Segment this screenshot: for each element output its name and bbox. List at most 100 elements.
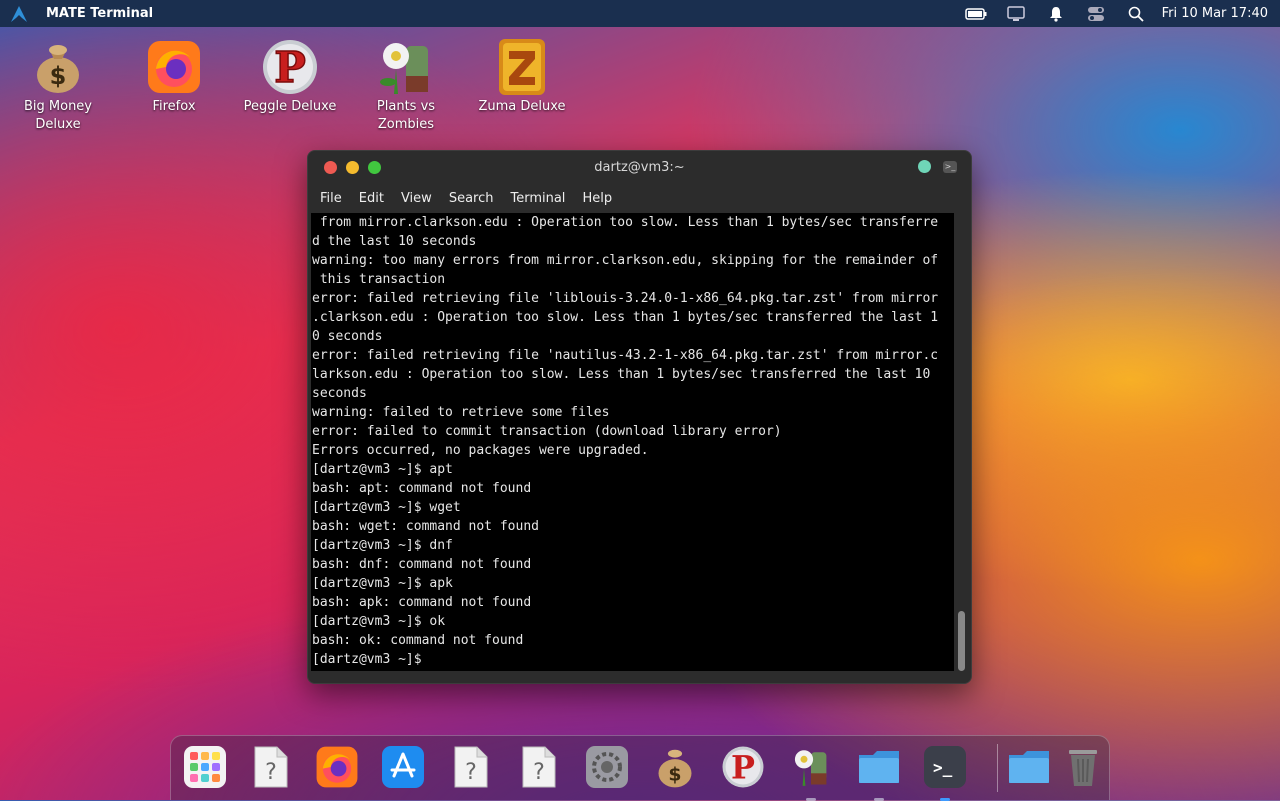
terminal-line: d the last 10 seconds	[312, 234, 477, 249]
dock-item[interactable]: P	[719, 745, 767, 793]
svg-text:$: $	[50, 62, 67, 90]
system-tray: Fri 10 Mar 17:40	[956, 0, 1280, 27]
terminal-line: .clarkson.edu : Operation too slow. Less…	[312, 310, 939, 325]
plants-vs-zombies-icon	[790, 745, 832, 793]
desktop-icon-zuma-deluxe[interactable]: Zuma Deluxe	[472, 36, 572, 116]
terminal-window[interactable]: dartz@vm3:~ >_ File Edit View Search Ter…	[307, 150, 972, 684]
dock-item[interactable]: ?	[447, 745, 495, 793]
terminal-line: bash: ok: command not found	[312, 633, 524, 648]
svg-text:>_: >_	[933, 758, 953, 777]
active-app-title[interactable]: MATE Terminal	[46, 6, 153, 21]
app-grid-icon	[184, 746, 226, 792]
terminal-line: bash: apt: command not found	[312, 481, 532, 496]
desktop-icon-peggle-deluxe[interactable]: P Peggle Deluxe	[240, 36, 340, 116]
terminal-line: this transaction	[312, 272, 446, 287]
menu-view[interactable]: View	[395, 191, 438, 206]
status-dot-icon[interactable]	[918, 160, 931, 173]
money-bag-icon: $	[655, 745, 695, 793]
terminal-line: [dartz@vm3 ~]$ wget	[312, 500, 461, 515]
unknown-file-icon: ?	[453, 745, 489, 793]
svg-text:?: ?	[265, 760, 277, 785]
desktop-icon-firefox[interactable]: Firefox	[124, 36, 224, 116]
settings-icon	[586, 746, 628, 792]
terminal-icon: >_	[924, 746, 966, 792]
dock-item[interactable]	[313, 745, 361, 793]
app-store-icon	[382, 746, 424, 792]
toggle-switch-icon[interactable]	[1076, 0, 1116, 27]
unknown-file-icon: ?	[521, 745, 557, 793]
terminal-line: [dartz@vm3 ~]$	[312, 652, 430, 667]
menu-edit[interactable]: Edit	[353, 191, 390, 206]
scrollbar[interactable]	[957, 213, 965, 671]
terminal-line: error: failed to commit transaction (dow…	[312, 424, 782, 439]
zuma-icon	[492, 36, 552, 98]
peggle-icon: P	[721, 745, 765, 793]
dock-separator	[997, 744, 998, 792]
dock-item[interactable]	[787, 745, 835, 801]
clock[interactable]: Fri 10 Mar 17:40	[1156, 6, 1280, 21]
desktop-icon-plants-vs-zombies[interactable]: Plants vs Zombies	[356, 36, 456, 134]
dock-item[interactable]: ?	[515, 745, 563, 793]
svg-text:?: ?	[465, 760, 477, 785]
terminal-line: [dartz@vm3 ~]$ ok	[312, 614, 446, 629]
arch-logo-icon[interactable]	[8, 3, 30, 25]
folder-icon	[1007, 749, 1051, 789]
plants-vs-zombies-icon	[376, 36, 436, 98]
terminal-line: [dartz@vm3 ~]$ dnf	[312, 538, 453, 553]
menu-file[interactable]: File	[314, 191, 348, 206]
terminal-line: larkson.edu : Operation too slow. Less t…	[312, 367, 931, 382]
terminal-line: bash: apk: command not found	[312, 595, 532, 610]
svg-text:P: P	[274, 43, 306, 92]
menu-terminal[interactable]: Terminal	[504, 191, 571, 206]
desktop-icon-label: Big Money Deluxe	[23, 99, 92, 132]
dock: ??? $ P >_	[170, 735, 1110, 801]
desktop-icon-label: Plants vs Zombies	[376, 99, 436, 132]
desktop-icon-label: Firefox	[152, 99, 196, 114]
search-icon[interactable]	[1116, 0, 1156, 27]
maximize-button[interactable]	[368, 160, 381, 174]
dock-item[interactable]	[1059, 747, 1107, 791]
folder-icon	[857, 749, 901, 789]
dock-item[interactable]	[855, 747, 903, 801]
dock-item[interactable]	[181, 746, 229, 792]
terminal-line: Errors occurred, no packages were upgrad…	[312, 443, 649, 458]
scrollbar-thumb[interactable]	[958, 611, 965, 671]
terminal-line: from mirror.clarkson.edu : Operation too…	[312, 215, 939, 230]
terminal-line: [dartz@vm3 ~]$ apk	[312, 576, 453, 591]
menu-search[interactable]: Search	[443, 191, 500, 206]
dock-item[interactable]: $	[651, 747, 699, 791]
dock-item[interactable]	[583, 746, 631, 792]
window-title: dartz@vm3:~	[594, 159, 685, 175]
menu-bar: File Edit View Search Terminal Help	[308, 183, 971, 213]
dock-item[interactable]	[1005, 747, 1053, 791]
svg-text:P: P	[731, 748, 755, 786]
terminal-line: bash: dnf: command not found	[312, 557, 532, 572]
display-icon[interactable]	[996, 0, 1036, 27]
terminal-output[interactable]: from mirror.clarkson.edu : Operation too…	[311, 213, 954, 671]
terminal-line: error: failed retrieving file 'nautilus-…	[312, 348, 939, 363]
terminal-line: [dartz@vm3 ~]$ apt	[312, 462, 453, 477]
dock-item[interactable]: ?	[247, 746, 295, 791]
svg-text:$: $	[668, 764, 681, 785]
firefox-icon	[315, 745, 359, 793]
notification-bell-icon[interactable]	[1036, 0, 1076, 27]
terminal-line: error: failed retrieving file 'liblouis-…	[312, 291, 939, 306]
minimize-button[interactable]	[346, 160, 359, 174]
desktop-icon-label: Peggle Deluxe	[243, 99, 337, 114]
terminal-mini-icon[interactable]: >_	[943, 160, 957, 173]
peggle-icon: P	[260, 36, 320, 98]
firefox-icon	[144, 36, 204, 98]
dock-item[interactable]: >_	[921, 746, 969, 801]
dock-item[interactable]	[379, 746, 427, 792]
close-button[interactable]	[324, 160, 337, 174]
desktop-icon-big-money-deluxe[interactable]: $ Big Money Deluxe	[8, 36, 108, 134]
top-panel: MATE Terminal Fri 10 Mar 17:40	[0, 0, 1280, 27]
window-titlebar[interactable]: dartz@vm3:~ >_	[308, 151, 971, 183]
terminal-line: bash: wget: command not found	[312, 519, 539, 534]
desktop-icon-label: Zuma Deluxe	[478, 99, 566, 114]
menu-help[interactable]: Help	[576, 191, 618, 206]
money-bag-icon: $	[28, 36, 88, 98]
terminal-line: 0 seconds	[312, 329, 383, 344]
terminal-line: warning: failed to retrieve some files	[312, 405, 610, 420]
battery-icon[interactable]	[956, 0, 996, 27]
